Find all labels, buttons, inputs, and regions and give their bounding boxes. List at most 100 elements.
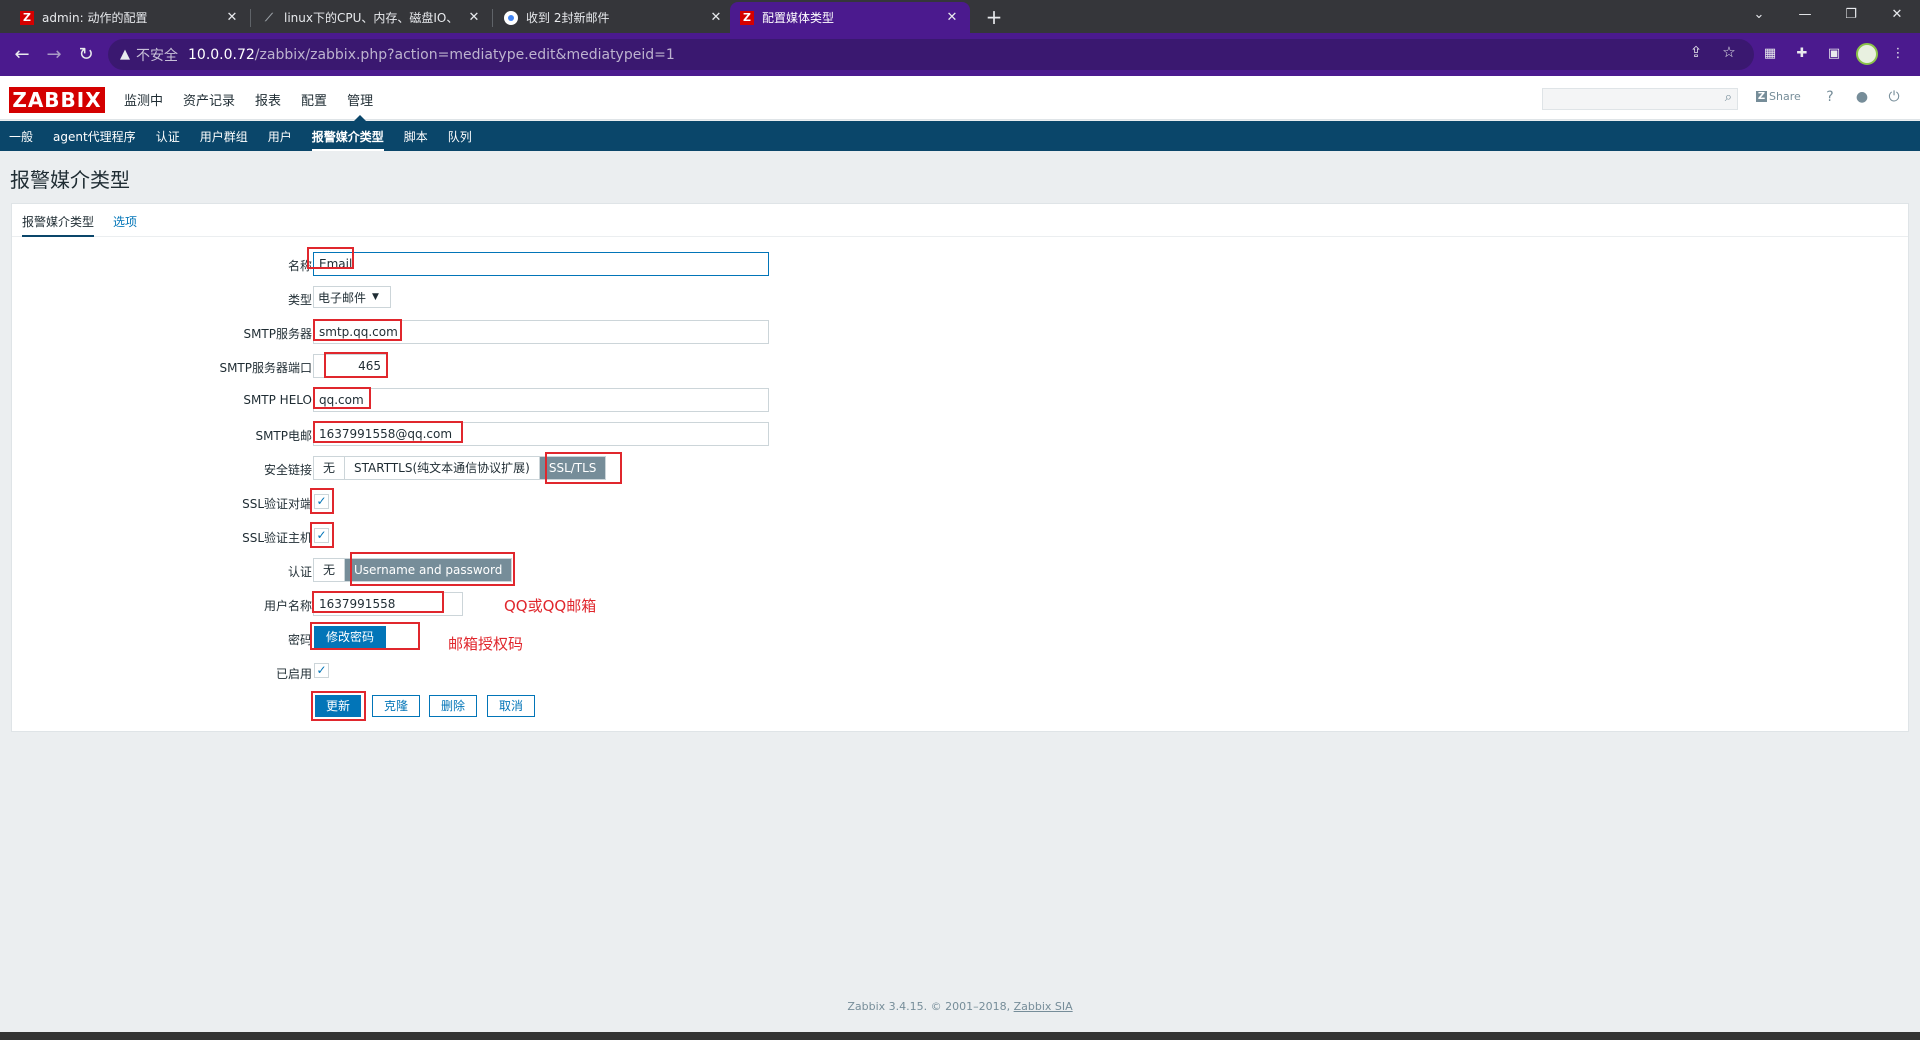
sub-nav-authentication[interactable]: 认证 [156,128,180,145]
label-smtp-server: SMTP服务器 [243,327,312,341]
page-title: 报警媒介类型 [10,168,130,192]
footer-link[interactable]: Zabbix SIA [1014,1000,1073,1013]
menu-reports[interactable]: 报表 [255,90,281,109]
footer: Zabbix 3.4.15. © 2001–2018, Zabbix SIA [0,1000,1920,1013]
menu-monitoring[interactable]: 监测中 [124,90,163,109]
tab-separator [492,9,493,27]
annotation-box-ssl-tls [545,452,622,484]
extension-icon[interactable]: ▦ [1760,44,1780,64]
delete-button[interactable]: 删除 [429,695,477,717]
share-page-icon[interactable]: ⇪ [1685,43,1707,61]
zabbix-logo[interactable]: ZABBIX [9,87,105,113]
smtp-helo-field[interactable] [313,388,769,412]
insecure-label: 不安全 [136,47,178,64]
tab-media-type[interactable]: 报警媒介类型 [22,213,95,237]
bookmark-star-icon[interactable]: ☆ [1718,43,1740,61]
browser-tab[interactable]: Z admin: 动作的配置 ✕ [10,2,250,33]
type-select[interactable]: 电子邮件 ▼ [313,286,391,308]
sub-nav-general[interactable]: 一般 [9,128,33,145]
label-type: 类型 [287,293,312,307]
annotation-box-smtp-server [313,319,402,341]
administration-sub-nav: 一般 agent代理程序 认证 用户群组 用户 报警媒介类型 脚本 队列 [0,121,1920,151]
tab-title: 配置媒体类型 [762,11,835,25]
password-note: 邮箱授权码 [448,635,524,653]
new-tab-button[interactable]: + [980,4,1008,30]
label-ssl-verify-peer: SSL验证对端 [242,497,312,511]
name-field[interactable] [313,252,769,276]
sub-nav-media-types[interactable]: 报警媒介类型 [311,128,384,151]
username-note: QQ或QQ邮箱 [504,597,597,615]
browser-tab[interactable]: 收到 2封新邮件 ✕ [494,2,734,33]
tab-search-icon[interactable]: ⌄ [1736,0,1782,30]
label-smtp-helo: SMTP HELO [243,393,312,407]
window-close-icon[interactable]: ✕ [1874,0,1920,30]
logout-icon[interactable]: ⏻ [1884,89,1904,105]
label-password: 密码 [287,633,312,647]
menu-inventory[interactable]: 资产记录 [183,90,235,109]
reload-icon[interactable]: ↻ [72,41,100,69]
tab-title: admin: 动作的配置 [42,11,148,25]
help-icon[interactable]: ? [1820,89,1840,105]
share-logo-icon: Z [1756,91,1767,102]
sub-nav-user-groups[interactable]: 用户群组 [200,128,248,145]
address-bar[interactable]: ▲ 不安全 10.0.0.72 /zabbix/zabbix.php?actio… [108,39,1754,70]
browser-tab-active[interactable]: Z 配置媒体类型 ✕ [730,2,970,33]
share-button[interactable]: Z Share [1756,90,1801,103]
annotation-box-smtp-helo [313,387,371,409]
share-label: Share [1769,90,1801,103]
sub-nav-scripts[interactable]: 脚本 [404,128,428,145]
sub-nav-proxies[interactable]: agent代理程序 [53,128,136,145]
tab-separator [250,9,251,27]
media-type-form: 报警媒介类型 选项 名称 类型 电子邮件 ▼ SMTP服务器 SMTP服务器端口… [11,203,1909,732]
tab-options[interactable]: 选项 [113,213,137,230]
forward-icon[interactable]: → [40,41,68,69]
annotation-box-name [307,247,354,269]
security-none-option[interactable]: 无 [314,457,346,479]
auth-none-option[interactable]: 无 [314,559,346,581]
security-starttls-option[interactable]: STARTTLS(纯文本通信协议扩展) [345,457,540,479]
form-tabs: 报警媒介类型 选项 [12,204,1908,237]
sub-nav-queue[interactable]: 队列 [448,128,472,145]
chevron-down-icon: ▼ [372,292,379,302]
global-search-input[interactable]: ⌕ [1542,88,1738,110]
clone-button[interactable]: 克隆 [372,695,420,717]
close-icon[interactable]: ✕ [944,10,960,25]
annotation-box-smtp-port [324,352,388,378]
main-menu: 监测中 资产记录 报表 配置 管理 [124,90,373,121]
type-select-value: 电子邮件 [318,290,367,305]
minimize-icon[interactable]: — [1782,0,1828,30]
close-icon[interactable]: ✕ [224,10,240,25]
profile-avatar[interactable] [1856,43,1878,65]
document-icon: ⟋ [265,10,273,24]
annotation-box-auth [350,552,515,586]
sidebar-icon[interactable]: ▣ [1824,44,1844,64]
label-enabled: 已启用 [275,667,312,681]
label-username: 用户名称 [263,599,312,613]
label-smtp-port: SMTP服务器端口 [219,361,312,375]
back-icon[interactable]: ← [8,41,36,69]
label-authentication: 认证 [287,565,312,579]
enabled-checkbox[interactable]: ✓ [314,663,329,678]
close-icon[interactable]: ✕ [466,10,482,25]
user-profile-icon[interactable]: ● [1852,89,1872,105]
restore-icon[interactable]: ❐ [1828,0,1874,30]
annotation-box-ssl-peer [310,488,334,514]
sub-nav-users[interactable]: 用户 [268,128,292,145]
taskbar-strip [0,1032,1920,1040]
annotation-box-username [312,591,444,613]
search-icon[interactable]: ⌕ [1725,90,1732,105]
browser-tab[interactable]: ⟋ linux下的CPU、内存、磁盘IO、 ✕ [252,2,492,33]
mail-icon [504,10,518,25]
menu-kebab-icon[interactable]: ⋮ [1888,44,1908,64]
menu-administration[interactable]: 管理 [347,90,373,121]
footer-text: Zabbix 3.4.15. © 2001–2018, [847,1000,1014,1013]
zabbix-icon: Z [740,10,754,25]
puzzle-icon[interactable]: ✚ [1792,44,1812,64]
menu-configuration[interactable]: 配置 [301,90,327,109]
url-path: /zabbix/zabbix.php?action=mediatype.edit… [254,46,675,63]
annotation-box-update [311,691,366,721]
close-icon[interactable]: ✕ [708,10,724,25]
cancel-button[interactable]: 取消 [487,695,535,717]
annotation-box-smtp-email [313,421,463,443]
tab-title: 收到 2封新邮件 [526,11,610,25]
